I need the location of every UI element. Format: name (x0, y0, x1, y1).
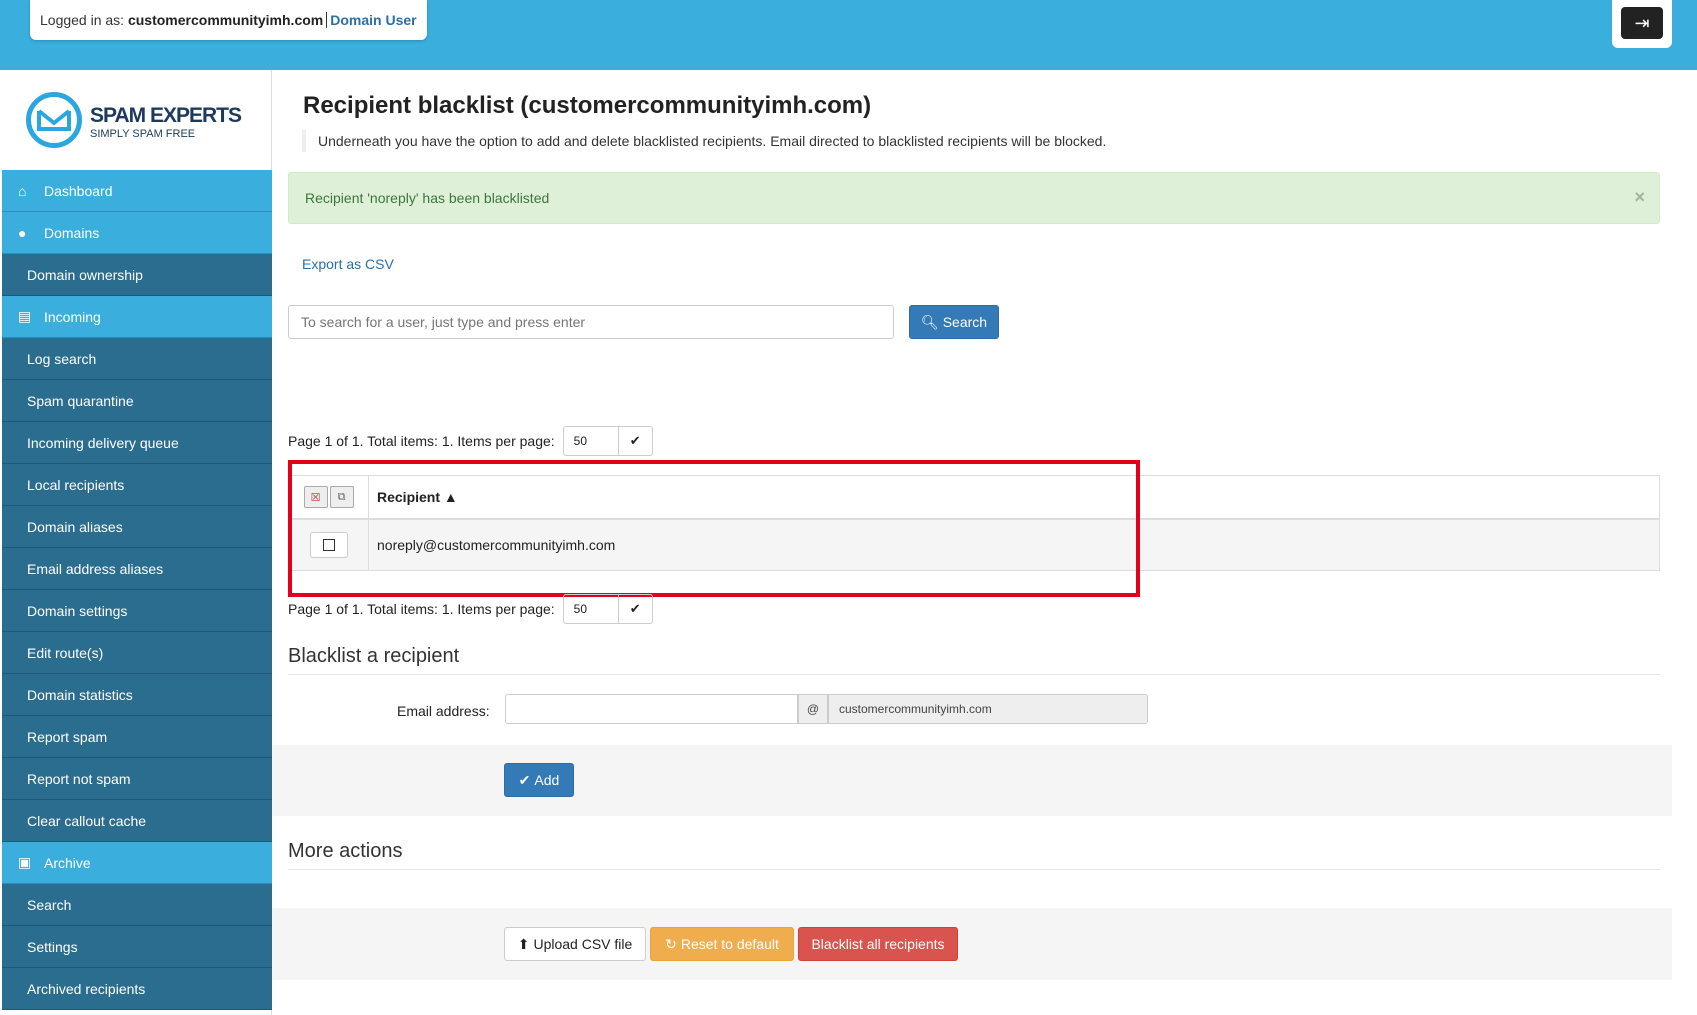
search-button[interactable]: 🔍︎ Search (909, 305, 999, 339)
sidebar-item-archived-recipients[interactable]: Archived recipients (2, 968, 272, 1010)
sidebar-item-domain-settings[interactable]: Domain settings (2, 590, 272, 632)
inbox-icon: ▤ (18, 308, 32, 324)
alert-message: Recipient 'noreply' has been blacklisted (305, 190, 550, 206)
at-symbol: @ (798, 694, 828, 724)
logout-button[interactable]: ⇥ (1621, 7, 1663, 39)
sidebar-item-archive[interactable]: ▣ Archive (2, 842, 272, 884)
upload-csv-label: Upload CSV file (533, 936, 633, 952)
sidebar-nav: ⌂ Dashboard ● Domains Domain ownership ▤ Incom… (2, 170, 272, 1010)
sidebar-item-dashboard[interactable]: ⌂ Dashboard (2, 170, 272, 212)
sidebar-item-label: Incoming delivery queue (27, 434, 179, 451)
globe-icon: ● (18, 224, 27, 241)
sidebar-item-label: Log search (27, 350, 97, 367)
page-title: Recipient blacklist (customercommunityim… (303, 92, 872, 119)
logout-container: ⇥ (1612, 0, 1672, 48)
sidebar-item-label: Search (27, 896, 72, 913)
sidebar-item-email-address-aliases[interactable]: Email address aliases (2, 548, 272, 590)
sidebar-item-label: Domain settings (27, 602, 128, 619)
logo-title: SPAM EXPERTS (90, 104, 242, 127)
more-actions-bar (272, 908, 1672, 980)
sidebar-item-domains[interactable]: ● Domains (2, 212, 272, 254)
sidebar: SPAM EXPERTS SIMPLY SPAM FREE ⌂ Dashboard… (0, 70, 272, 1015)
blacklist-all-label: Blacklist all recipients (811, 936, 945, 952)
login-info: Logged in as: customercommunityimh.com Do… (30, 0, 427, 40)
reset-to-default-button[interactable]: ↻ Reset to default (650, 927, 794, 961)
add-form-actions (272, 745, 1672, 816)
add-button[interactable]: ✔ Add (504, 763, 574, 797)
sidebar-item-label: Spam quarantine (27, 392, 134, 409)
success-alert: Recipient 'noreply' has been blacklisted… (288, 172, 1660, 224)
items-per-page-input[interactable]: 50 (562, 594, 619, 624)
sidebar-item-report-spam[interactable]: Report spam (2, 716, 272, 758)
user-role-link[interactable]: Domain User (330, 12, 416, 28)
sidebar-item-incoming-delivery-queue[interactable]: Incoming delivery queue (2, 422, 272, 464)
sidebar-item-label: Local recipients (27, 476, 125, 493)
close-icon[interactable]: × (1634, 187, 1645, 208)
pagination-top: Page 1 of 1. Total items: 1. Items per p… (288, 426, 653, 456)
home-icon: ⌂ (18, 182, 27, 199)
sidebar-item-label: Report spam (27, 728, 108, 745)
sidebar-item-clear-callout-cache[interactable]: Clear callout cache (2, 800, 272, 842)
more-actions-title: More actions (288, 840, 1660, 870)
items-per-page-input[interactable]: 50 (562, 426, 619, 456)
checkmark-icon: ✔ (518, 771, 531, 788)
check-circle-icon: ✔ (629, 433, 641, 448)
sidebar-item-settings[interactable]: Settings (2, 926, 272, 968)
sidebar-item-report-not-spam[interactable]: Report not spam (2, 758, 272, 800)
upload-csv-button[interactable]: ⬆ Upload CSV file (504, 927, 646, 961)
sidebar-item-label: Clear callout cache (27, 812, 147, 829)
blacklist-section-title: Blacklist a recipient (288, 645, 1660, 675)
highlight-box (288, 460, 1140, 597)
sidebar-item-domain-aliases[interactable]: Domain aliases (2, 506, 272, 548)
search-input[interactable] (288, 305, 894, 339)
search-icon: 🔍︎ (920, 313, 939, 330)
search-button-label: Search (942, 314, 988, 330)
logged-in-label: Logged in as: (40, 12, 125, 28)
email-field[interactable] (505, 694, 798, 724)
pager-text: Page 1 of 1. Total items: 1. Items per p… (288, 601, 555, 617)
sidebar-item-label: Email address aliases (27, 560, 164, 577)
domain-readonly-field: customercommunityimh.com (828, 694, 1148, 724)
pager-text: Page 1 of 1. Total items: 1. Items per p… (288, 433, 555, 449)
logged-in-user: customercommunityimh.com (127, 12, 324, 28)
top-bar: Logged in as: customercommunityimh.com Do… (0, 0, 1697, 70)
sidebar-item-domain-ownership[interactable]: Domain ownership (2, 254, 272, 296)
page-description: Underneath you have the option to add an… (302, 130, 1106, 152)
sidebar-item-local-recipients[interactable]: Local recipients (2, 464, 272, 506)
email-address-label: Email address: (397, 703, 490, 719)
sidebar-item-label: Archived recipients (27, 980, 146, 997)
sidebar-item-domain-statistics[interactable]: Domain statistics (2, 674, 272, 716)
sidebar-item-log-search[interactable]: Log search (2, 338, 272, 380)
blacklist-all-button[interactable]: Blacklist all recipients (798, 927, 958, 961)
sidebar-item-label: Archive (44, 854, 91, 871)
logo-subtitle: SIMPLY SPAM FREE (90, 128, 196, 140)
pagination-bottom: Page 1 of 1. Total items: 1. Items per p… (288, 594, 653, 624)
sidebar-item-edit-route-s[interactable]: Edit route(s) (2, 632, 272, 674)
envelope-logo-icon (26, 92, 82, 148)
sidebar-item-label: Edit route(s) (27, 644, 104, 661)
reset-label: Reset to default (680, 936, 779, 952)
logout-icon: ⇥ (1634, 12, 1650, 33)
sidebar-item-label: Incoming (44, 308, 101, 325)
export-csv-link[interactable]: Export as CSV (302, 256, 394, 272)
sidebar-item-incoming[interactable]: ▤ Incoming (2, 296, 272, 338)
sidebar-item-search[interactable]: Search (2, 884, 272, 926)
add-button-label: Add (534, 772, 560, 788)
sidebar-item-label: Domain ownership (27, 266, 143, 283)
apply-items-per-page-button[interactable]: ✔ (618, 594, 653, 624)
check-circle-icon: ✔ (629, 601, 641, 616)
sidebar-item-label: Settings (27, 938, 78, 955)
refresh-icon: ↻ (665, 935, 677, 952)
sidebar-item-label: Report not spam (27, 770, 131, 787)
sidebar-item-label: Domain statistics (27, 686, 133, 703)
upload-icon: ⬆ (517, 935, 530, 952)
spam-experts-logo[interactable]: SPAM EXPERTS SIMPLY SPAM FREE (26, 90, 256, 154)
folder-open-icon: ▣ (18, 854, 32, 870)
sidebar-item-label: Domains (44, 224, 100, 241)
sidebar-item-spam-quarantine[interactable]: Spam quarantine (2, 380, 272, 422)
sidebar-item-label: Domain aliases (27, 518, 123, 535)
sidebar-item-label: Dashboard (44, 182, 113, 199)
apply-items-per-page-button[interactable]: ✔ (618, 426, 653, 456)
